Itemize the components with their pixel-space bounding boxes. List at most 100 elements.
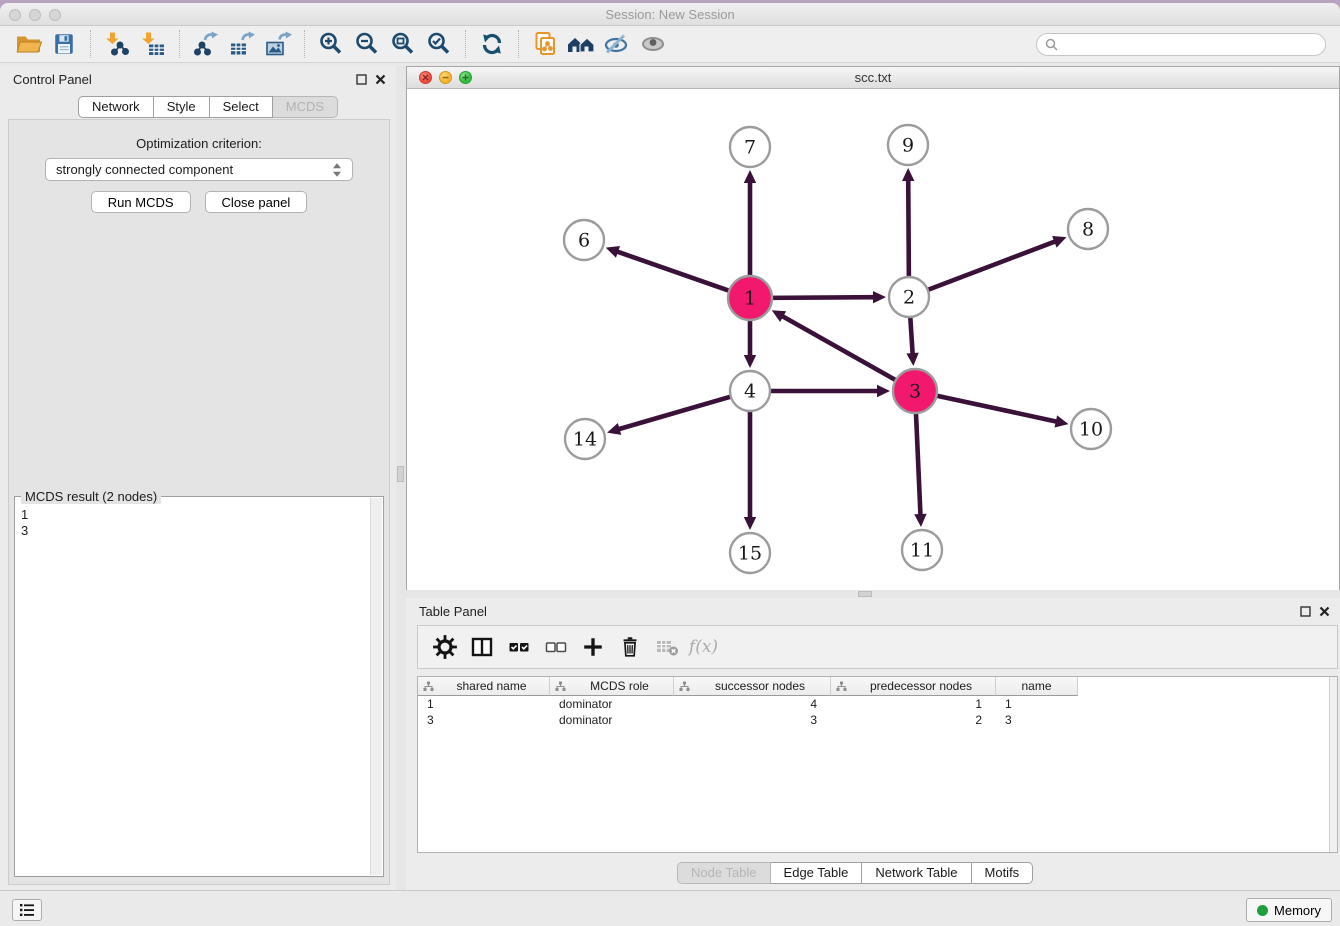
column-header-name[interactable]: name xyxy=(996,677,1078,696)
tab-network[interactable]: Network xyxy=(78,96,154,118)
graph-edge-2-3[interactable] xyxy=(910,315,913,355)
table-panel-close-button[interactable] xyxy=(1319,606,1330,617)
apply-layout-button[interactable] xyxy=(474,29,510,59)
network-window-titlebar: scc.txt xyxy=(407,67,1339,89)
cell-name[interactable]: 1 xyxy=(996,696,1078,712)
control-panel-title: Control Panel xyxy=(13,72,92,87)
graph-edge-2-9[interactable] xyxy=(908,179,909,279)
graph-edge-2-8[interactable] xyxy=(926,241,1056,291)
column-label: successor nodes xyxy=(690,679,830,693)
cell-predecessor-nodes[interactable]: 1 xyxy=(831,696,996,712)
show-all-networks-button[interactable] xyxy=(563,29,599,59)
close-panel-button[interactable]: Close panel xyxy=(205,191,308,213)
deselect-all-rows-button[interactable] xyxy=(537,630,574,664)
control-panel-float-button[interactable] xyxy=(356,74,367,85)
export-image-button[interactable] xyxy=(260,29,296,59)
cell-successor-nodes[interactable]: 4 xyxy=(674,696,831,712)
column-header-predecessor-nodes[interactable]: predecessor nodes xyxy=(831,677,996,696)
open-session-button[interactable] xyxy=(10,29,46,59)
delete-table-button[interactable] xyxy=(648,630,685,664)
export-network-button[interactable] xyxy=(188,29,224,59)
node-label-11: 11 xyxy=(910,540,934,562)
control-panel-close-button[interactable] xyxy=(375,74,386,85)
zoom-selected-button[interactable] xyxy=(421,29,457,59)
criterion-value: strongly connected component xyxy=(56,162,233,177)
export-table-button[interactable] xyxy=(224,29,260,59)
control-panel-tabs: NetworkStyleSelectMCDS xyxy=(78,96,338,118)
tab-style[interactable]: Style xyxy=(154,96,210,118)
cell-MCDS-role[interactable]: dominator xyxy=(550,696,674,712)
network-canvas[interactable]: 7968124314101511 xyxy=(407,89,1339,590)
horizontal-splitter[interactable] xyxy=(406,590,1340,598)
vertical-splitter[interactable] xyxy=(396,66,406,890)
mcds-result-scrollbar[interactable] xyxy=(370,498,382,875)
criterion-select[interactable]: strongly connected component xyxy=(45,158,353,181)
tab-node-table[interactable]: Node Table xyxy=(677,862,771,884)
zoom-selected-icon xyxy=(426,31,452,57)
column-label: name xyxy=(996,679,1077,693)
float-icon xyxy=(1300,606,1311,617)
zoom-fit-button[interactable] xyxy=(385,29,421,59)
table-row[interactable]: 3dominator323 xyxy=(418,712,1337,728)
attribute-type-icon xyxy=(555,681,566,692)
tab-edge-table[interactable]: Edge Table xyxy=(771,862,863,884)
zoom-in-button[interactable] xyxy=(313,29,349,59)
fx-icon: f(x) xyxy=(689,637,718,657)
cell-shared-name[interactable]: 3 xyxy=(418,712,550,728)
cell-name[interactable]: 3 xyxy=(996,712,1078,728)
splitter-handle[interactable] xyxy=(397,466,404,482)
splitter-handle[interactable] xyxy=(858,591,872,597)
function-builder-button[interactable]: f(x) xyxy=(685,630,722,664)
column-selector-button[interactable] xyxy=(463,630,500,664)
graph-edge-1-6[interactable] xyxy=(616,251,731,291)
memory-button[interactable]: Memory xyxy=(1246,898,1332,922)
memory-status-dot xyxy=(1257,905,1268,916)
clone-network-button[interactable] xyxy=(527,29,563,59)
save-floppy-icon xyxy=(52,32,76,56)
hide-details-button[interactable] xyxy=(599,29,635,59)
tab-network-table[interactable]: Network Table xyxy=(862,862,971,884)
column-header-shared-name[interactable]: shared name xyxy=(418,677,550,696)
graph-edge-1-2[interactable] xyxy=(770,297,875,298)
trash-icon xyxy=(618,635,642,659)
tab-mcds[interactable]: MCDS xyxy=(273,96,338,118)
task-history-button[interactable] xyxy=(12,899,42,921)
control-panel-header: Control Panel xyxy=(0,66,396,93)
edge-arrowhead xyxy=(906,353,918,366)
cell-shared-name[interactable]: 1 xyxy=(418,696,550,712)
eye-slash-icon xyxy=(603,31,631,57)
delete-columns-button[interactable] xyxy=(611,630,648,664)
table-row[interactable]: 1dominator411 xyxy=(418,696,1337,712)
graph-edge-3-10[interactable] xyxy=(935,395,1058,422)
cell-successor-nodes[interactable]: 3 xyxy=(674,712,831,728)
tab-motifs[interactable]: Motifs xyxy=(972,862,1034,884)
table-panel-float-button[interactable] xyxy=(1300,606,1311,617)
import-network-button[interactable] xyxy=(99,29,135,59)
select-all-rows-button[interactable] xyxy=(500,630,537,664)
show-details-button[interactable] xyxy=(635,29,671,59)
export-network-icon xyxy=(193,31,219,57)
cell-predecessor-nodes[interactable]: 2 xyxy=(831,712,996,728)
network-graph[interactable]: 7968124314101511 xyxy=(407,89,1339,590)
tab-select[interactable]: Select xyxy=(210,96,273,118)
search-input[interactable] xyxy=(1063,37,1317,51)
delete-table-icon xyxy=(654,635,680,659)
column-label: shared name xyxy=(434,679,549,693)
toolbar-separator xyxy=(179,30,180,58)
add-column-button[interactable] xyxy=(574,630,611,664)
zoom-out-button[interactable] xyxy=(349,29,385,59)
column-settings-button[interactable] xyxy=(426,630,463,664)
save-session-button[interactable] xyxy=(46,29,82,59)
cell-MCDS-role[interactable]: dominator xyxy=(550,712,674,728)
export-image-icon xyxy=(265,31,292,57)
graph-edge-3-11[interactable] xyxy=(916,411,921,516)
mcds-result-list[interactable]: 13 xyxy=(21,507,369,874)
column-header-MCDS-role[interactable]: MCDS role xyxy=(550,677,674,696)
column-header-successor-nodes[interactable]: successor nodes xyxy=(674,677,831,696)
import-table-button[interactable] xyxy=(135,29,171,59)
toolbar-separator xyxy=(518,30,519,58)
graph-edge-3-1[interactable] xyxy=(781,316,897,382)
graph-edge-4-14[interactable] xyxy=(618,396,733,429)
table-scrollbar[interactable] xyxy=(1329,677,1337,852)
run-mcds-button[interactable]: Run MCDS xyxy=(91,191,191,213)
